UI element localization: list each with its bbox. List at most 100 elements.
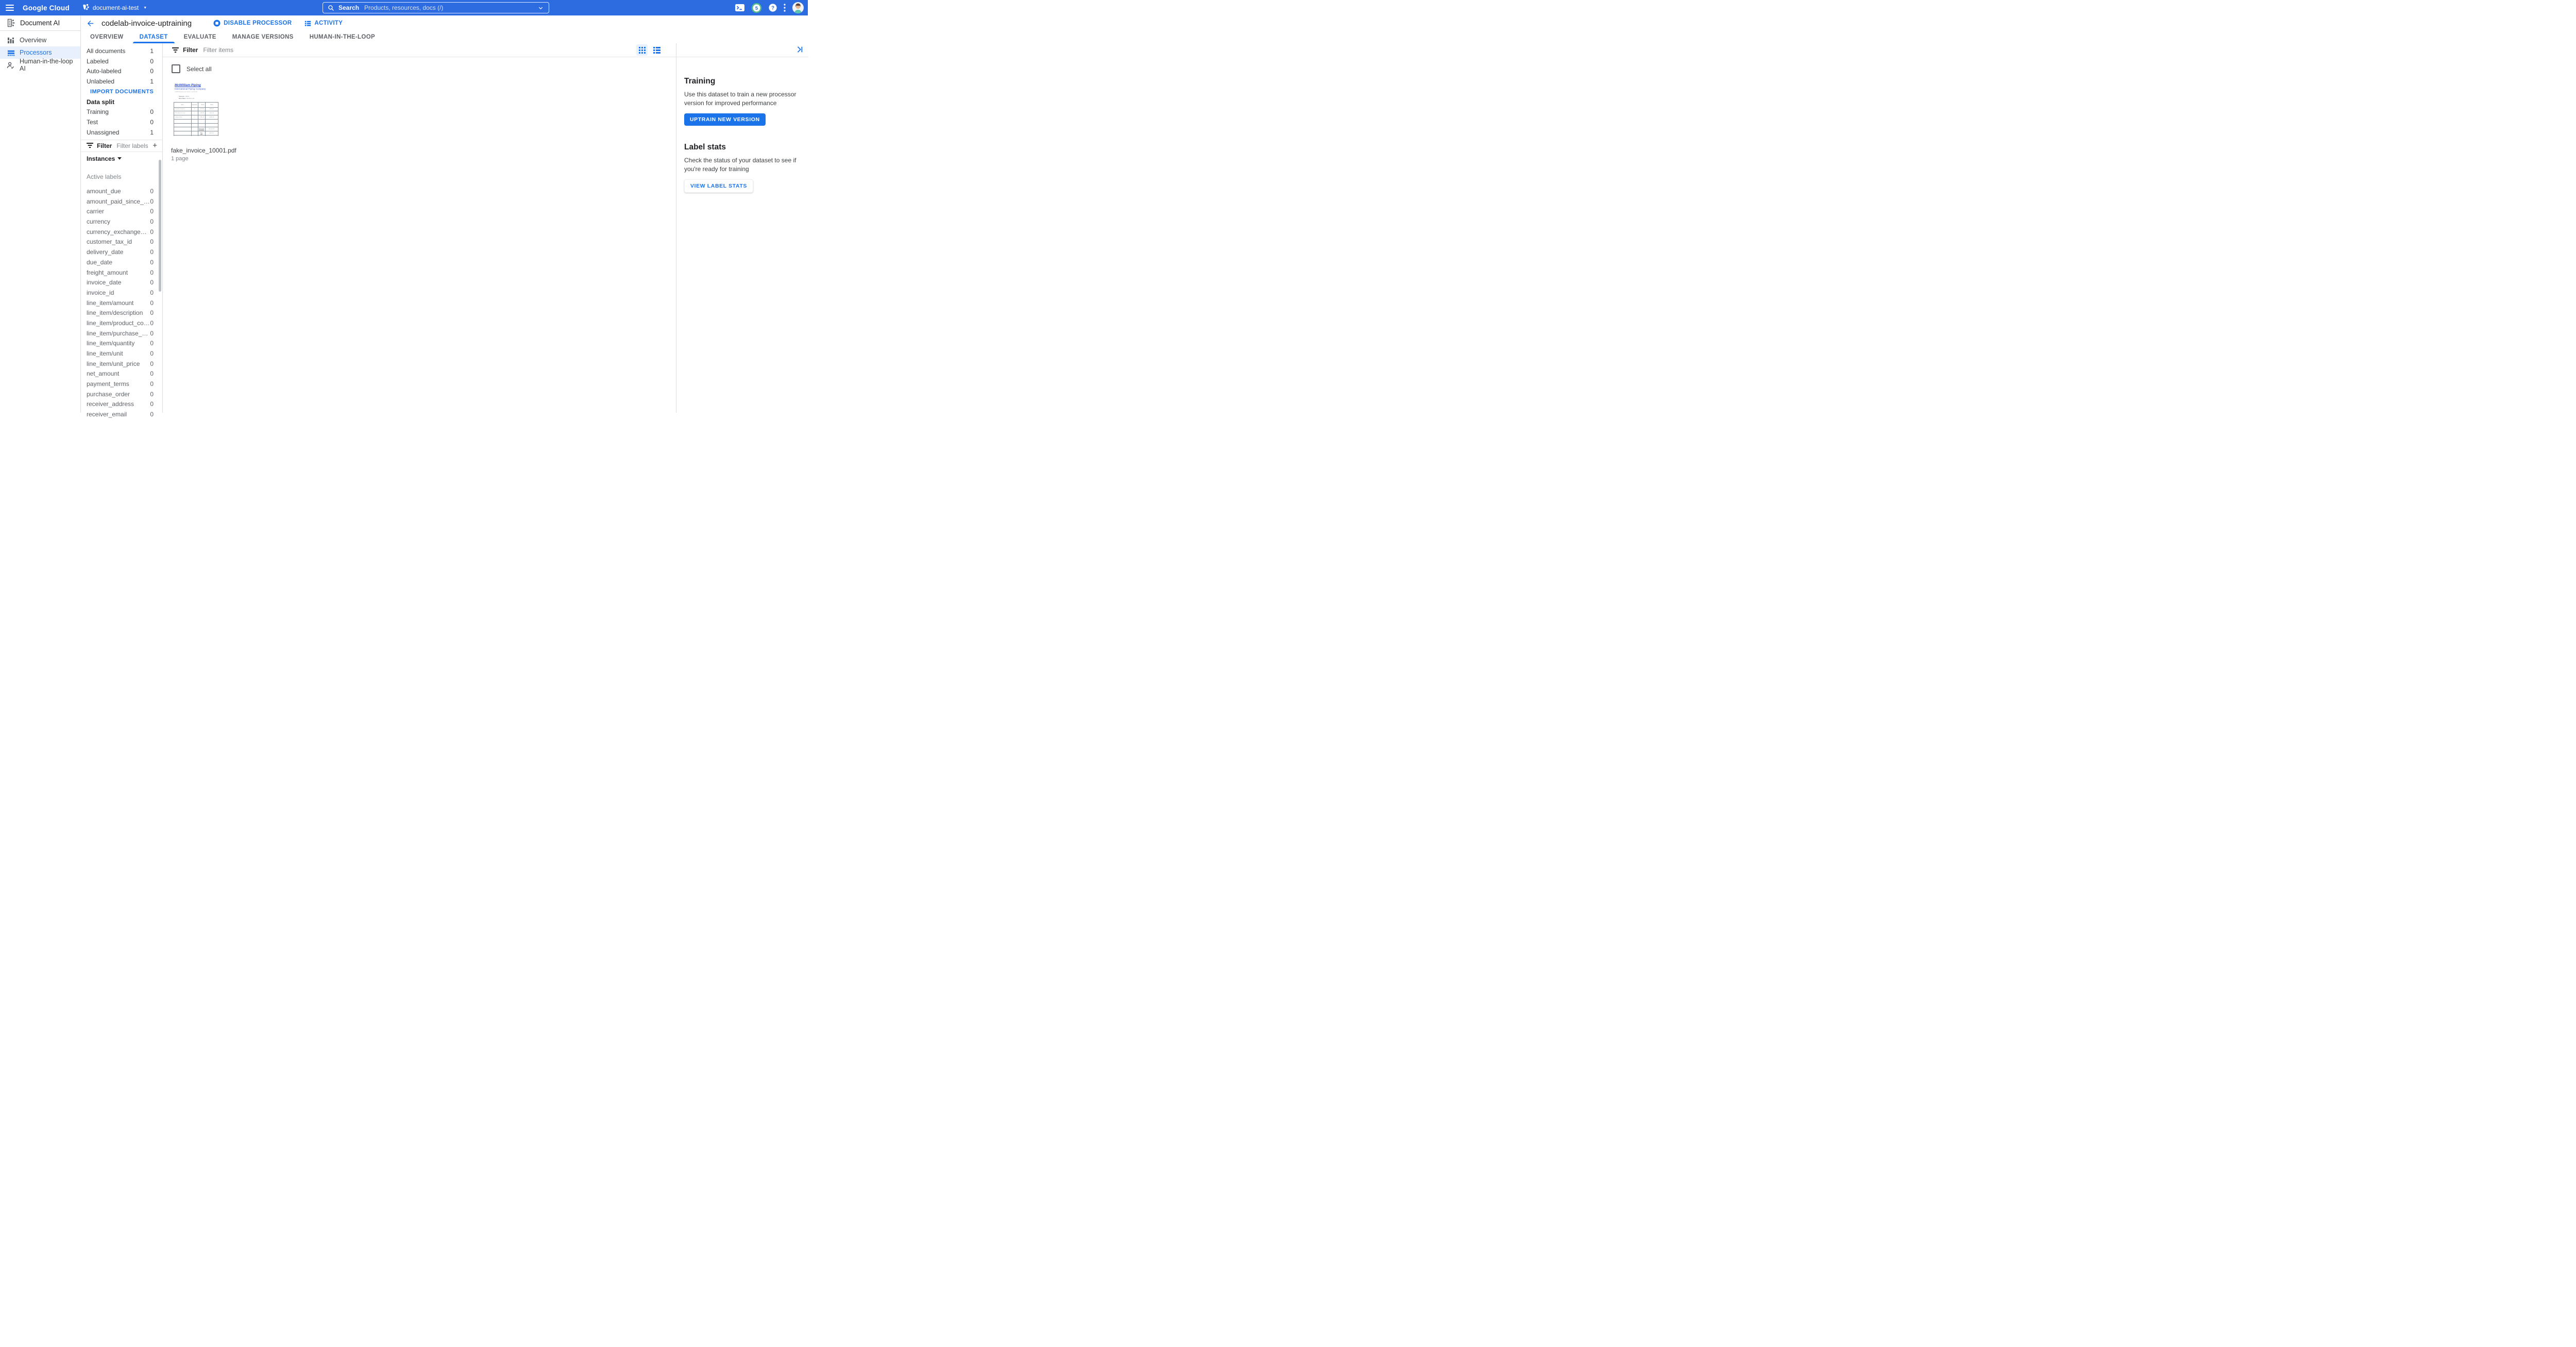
label-row[interactable]: currency 0 — [81, 216, 162, 227]
tab[interactable]: EVALUATE — [177, 31, 223, 43]
label-row[interactable]: line_item/unit_price 0 — [81, 359, 162, 369]
document-count-row[interactable]: Auto-labeled 0 — [81, 66, 162, 76]
label-row[interactable]: due_date 0 — [81, 257, 162, 267]
label-row[interactable]: purchase_order 0 — [81, 389, 162, 399]
back-arrow-icon[interactable] — [86, 19, 95, 28]
labels-scrollbar[interactable] — [159, 160, 161, 292]
filter-label: Filter — [97, 142, 112, 149]
label-row[interactable]: carrier 0 — [81, 207, 162, 217]
tab[interactable]: DATASET — [133, 31, 175, 43]
add-label-icon[interactable]: + — [152, 142, 157, 149]
label-filter-bar: Filter + — [81, 140, 162, 151]
uptrain-new-version-button[interactable]: UPTRAIN NEW VERSION — [684, 113, 766, 126]
sidebar-item-hitl[interactable]: Human-in-the-loop AI — [0, 59, 80, 71]
label-row[interactable]: delivery_date 0 — [81, 247, 162, 257]
label-row[interactable]: amount_due 0 — [81, 186, 162, 196]
disable-processor-label: DISABLE PROCESSOR — [224, 20, 292, 26]
top-app-bar: Google Cloud document-ai-test ▼ Search 5… — [0, 0, 808, 15]
filter-icon — [87, 143, 93, 148]
select-all-checkbox[interactable] — [172, 64, 180, 73]
search-label: Search — [338, 4, 359, 11]
left-nav-sidebar: Document AI Overview Processors Human-in… — [0, 15, 81, 413]
project-switcher[interactable]: document-ai-test ▼ — [82, 4, 147, 12]
document-count-row[interactable]: Labeled 0 — [81, 56, 162, 66]
view-label-stats-button[interactable]: VIEW LABEL STATS — [684, 179, 753, 193]
label-row[interactable]: line_item/unit 0 — [81, 348, 162, 359]
label-row[interactable]: line_item/amount 0 — [81, 298, 162, 308]
instances-dropdown[interactable]: Instances — [81, 152, 162, 165]
sidebar-item-processors[interactable]: Processors — [0, 46, 80, 59]
label-row[interactable]: line_item/quantity 0 — [81, 339, 162, 349]
document-thumbnail[interactable]: McWilliam Piping International Piping Co… — [171, 81, 218, 136]
notification-count: 5 — [755, 6, 758, 11]
label-row[interactable]: invoice_date 0 — [81, 277, 162, 288]
disable-processor-button[interactable]: DISABLE PROCESSOR — [213, 20, 292, 27]
label-row[interactable]: receiver_address 0 — [81, 399, 162, 410]
label-row[interactable]: line_item/purchase_order 0 — [81, 328, 162, 339]
label-row[interactable]: net_amount 0 — [81, 369, 162, 379]
tab-bar: OVERVIEWDATASETEVALUATEMANAGE VERSIONSHU… — [81, 31, 808, 44]
select-all-label: Select all — [187, 65, 212, 73]
cloud-shell-icon[interactable] — [735, 4, 744, 11]
data-split-row[interactable]: Training 0 — [81, 107, 162, 117]
hamburger-menu-icon[interactable] — [6, 5, 14, 11]
document-count-row[interactable]: All documents 1 — [81, 46, 162, 56]
training-description: Use this dataset to train a new processo… — [684, 90, 800, 107]
label-row[interactable]: line_item/product_code 0 — [81, 318, 162, 328]
label-row[interactable]: receiver_email 0 — [81, 409, 162, 419]
tab[interactable]: MANAGE VERSIONS — [226, 31, 300, 43]
product-header: Document AI — [0, 15, 80, 31]
notifications-badge[interactable]: 5 — [751, 3, 762, 13]
list-view-button[interactable] — [651, 44, 663, 56]
grid-view-button[interactable] — [636, 44, 648, 56]
avatar[interactable] — [792, 2, 804, 13]
project-icon — [82, 4, 89, 12]
processor-header: codelab-invoice-uptraining DISABLE PROCE… — [81, 15, 808, 31]
label-row[interactable]: invoice_id 0 — [81, 288, 162, 298]
document-counts: All documents 1 Labeled 0 Auto-labeled 0… — [81, 43, 162, 87]
data-split-rows: Training 0 Test 0 Unassigned 1 — [81, 107, 162, 137]
sidebar-item-overview[interactable]: Overview — [0, 34, 80, 46]
document-page-count: 1 page — [171, 156, 223, 162]
google-cloud-logo[interactable]: Google Cloud — [23, 4, 70, 12]
filter-label: Filter — [183, 46, 198, 54]
human-in-the-loop-icon — [7, 61, 15, 69]
label-row[interactable]: payment_terms 0 — [81, 379, 162, 389]
document-ai-icon — [6, 19, 15, 27]
help-icon[interactable]: ? — [769, 4, 777, 12]
document-card[interactable]: McWilliam Piping International Piping Co… — [171, 81, 223, 162]
data-split-row[interactable]: Unassigned 1 — [81, 127, 162, 138]
invoice-summary-row: Subtotal $1,413.57 — [174, 127, 218, 131]
label-row[interactable]: customer_tax_id 0 — [81, 237, 162, 247]
overview-icon — [7, 36, 15, 44]
sidebar-item-label: Human-in-the-loop AI — [20, 58, 80, 72]
activity-button[interactable]: ACTIVITY — [304, 20, 343, 27]
tab[interactable]: HUMAN-IN-THE-LOOP — [303, 31, 382, 43]
logo-text: Google Cloud — [23, 4, 70, 12]
training-side-panel: Training Use this dataset to train a new… — [676, 43, 808, 413]
import-documents-button[interactable]: IMPORT DOCUMENTS — [81, 87, 162, 97]
label-row[interactable]: amount_paid_since_last_i… 0 — [81, 196, 162, 207]
filter-labels-input[interactable] — [115, 142, 149, 150]
svg-text:?: ? — [771, 6, 774, 11]
filter-items-input[interactable] — [202, 46, 359, 54]
processors-icon — [7, 48, 15, 57]
label-row[interactable]: freight_amount 0 — [81, 267, 162, 278]
dataset-main-area: Filter Select all McWilliam Piping Inter… — [163, 43, 676, 413]
invoice-line-item-row: Copper Pipe 7 291.20 2638.40 — [174, 115, 218, 120]
more-vert-icon[interactable] — [784, 4, 786, 12]
search-input[interactable] — [363, 4, 538, 12]
sidebar-item-label: Overview — [20, 37, 46, 44]
tab[interactable]: OVERVIEW — [83, 31, 130, 43]
label-list: amount_due 0 amount_paid_since_last_i… 0… — [81, 186, 162, 419]
search-expand-chevron-icon[interactable] — [538, 5, 544, 11]
label-row[interactable]: line_item/description 0 — [81, 308, 162, 318]
document-count-row[interactable]: Unlabeled 1 — [81, 76, 162, 87]
label-row[interactable]: currency_exchange_rate 0 — [81, 227, 162, 237]
filter-icon — [172, 47, 179, 53]
collapse-panel-icon[interactable] — [796, 46, 803, 56]
data-split-row[interactable]: Test 0 — [81, 117, 162, 127]
select-all-control: Select all — [172, 64, 212, 73]
search-bar[interactable]: Search — [323, 2, 549, 13]
activity-list-icon — [304, 20, 311, 27]
